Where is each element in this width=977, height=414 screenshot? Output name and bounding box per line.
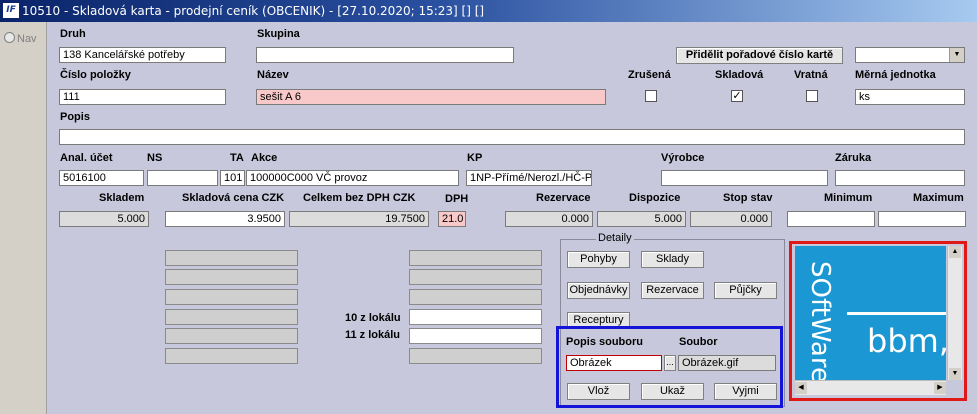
scroll-up-icon[interactable]: ▲: [949, 246, 961, 258]
horizontal-scrollbar[interactable]: ◀ ▶: [795, 380, 946, 395]
skupina-field[interactable]: [256, 47, 514, 63]
label-skupina: Skupina: [257, 28, 300, 40]
maximum-field[interactable]: [878, 211, 966, 227]
nav-label: Nav: [17, 33, 37, 45]
label-10-z-lokalu: 10 z lokálu: [345, 312, 401, 324]
label-skladova-cena: Skladová cena CZK: [182, 192, 285, 204]
label-cislo-polozky: Číslo položky: [60, 69, 131, 81]
window-title: 10510 - Skladová karta - prodejní ceník …: [22, 4, 485, 18]
pohyby-button[interactable]: Pohyby: [567, 251, 630, 268]
skladem-field: 5.000: [59, 211, 149, 227]
label-ta: TA: [230, 152, 244, 164]
vertical-scrollbar[interactable]: ▲ ▼: [947, 246, 962, 380]
label-skladova: Skladová: [715, 69, 764, 81]
chevron-down-icon[interactable]: ▼: [949, 48, 964, 62]
image-brand-text: SOftWare: [805, 261, 835, 380]
akce-field[interactable]: 100000C000 VČ provoz: [246, 170, 459, 186]
ns-field[interactable]: [147, 170, 218, 186]
skladova-cena-field[interactable]: 3.9500: [165, 211, 285, 227]
z-lokalu-10-field[interactable]: [409, 309, 542, 325]
label-druh: Druh: [60, 28, 86, 40]
rezervace-button[interactable]: Rezervace: [641, 282, 704, 299]
empty-box: [165, 309, 298, 325]
pujcky-button[interactable]: Půjčky: [714, 282, 777, 299]
empty-box: [165, 250, 298, 266]
vyjmi-button[interactable]: Vyjmi: [714, 383, 777, 400]
nav-radio-icon[interactable]: [4, 32, 15, 43]
minimum-field[interactable]: [787, 211, 875, 227]
label-maximum: Maximum: [913, 192, 964, 204]
kp-field[interactable]: 1NP-Přímé/Nerozl./HČ-Pří: [466, 170, 592, 186]
empty-box: [409, 269, 542, 285]
label-vratna: Vratná: [794, 69, 828, 81]
popis-field[interactable]: [59, 129, 965, 145]
empty-box: [165, 348, 298, 364]
label-celkem-bez-dph: Celkem bez DPH CZK: [303, 192, 416, 204]
objednavky-button[interactable]: Objednávky: [567, 282, 630, 299]
vratna-checkbox[interactable]: [806, 90, 818, 102]
anal-ucet-field[interactable]: 5016100: [59, 170, 144, 186]
label-rezervace: Rezervace: [536, 192, 591, 204]
popis-souboru-field[interactable]: Obrázek: [566, 355, 662, 371]
dph-field: 21.0: [438, 211, 466, 227]
druh-field[interactable]: 138 Kancelářské potřeby: [59, 47, 226, 63]
zrusena-checkbox[interactable]: [645, 90, 657, 102]
label-11-z-lokalu: 11 z lokálu: [345, 329, 401, 341]
image-preview: SOftWare bbm,: [795, 246, 946, 380]
ta-field[interactable]: 101: [220, 170, 245, 186]
label-dispozice: Dispozice: [629, 192, 681, 204]
ukaz-button[interactable]: Ukaž: [641, 383, 704, 400]
label-zaruka: Záruka: [835, 152, 872, 164]
dispozice-field: 5.000: [597, 211, 686, 227]
scroll-down-icon[interactable]: ▼: [949, 368, 961, 380]
vloz-button[interactable]: Vlož: [567, 383, 630, 400]
empty-box: [409, 250, 542, 266]
scroll-right-icon[interactable]: ▶: [934, 382, 946, 394]
label-nazev: Název: [257, 69, 289, 81]
label-vyrobce: Výrobce: [661, 152, 705, 164]
label-merna-jednotka: Měrná jednotka: [855, 69, 936, 81]
combo-select[interactable]: ▼: [855, 47, 965, 63]
zaruka-field[interactable]: [835, 170, 965, 186]
label-zrusena: Zrušená: [628, 69, 671, 81]
label-anal-ucet: Anal. účet: [60, 152, 113, 164]
rezervace-field: 0.000: [505, 211, 593, 227]
label-popis-souboru: Popis souboru: [566, 336, 643, 348]
app-logo: IF: [3, 3, 19, 18]
label-stop-stav: Stop stav: [723, 192, 773, 204]
skladova-checkbox[interactable]: ✓: [731, 90, 743, 102]
image-line: [847, 312, 946, 315]
nav-option[interactable]: Nav: [4, 32, 37, 45]
assign-number-button[interactable]: Přidělit pořadové číslo kartě: [676, 47, 843, 64]
title-bar: IF 10510 - Skladová karta - prodejní cen…: [0, 0, 977, 22]
nazev-field[interactable]: sešit A 6: [256, 89, 606, 105]
image-company-text: bbm,: [867, 322, 946, 360]
cislo-polozky-field[interactable]: 111: [59, 89, 226, 105]
label-akce: Akce: [251, 152, 278, 164]
vyrobce-field[interactable]: [661, 170, 828, 186]
label-detaily: Detaily: [596, 232, 634, 244]
sidebar: Nav: [0, 22, 47, 414]
label-popis: Popis: [60, 111, 90, 123]
label-soubor: Soubor: [679, 336, 718, 348]
soubor-field: Obrázek.gif: [678, 355, 776, 371]
celkem-bez-dph-field: 19.7500: [289, 211, 429, 227]
empty-box: [165, 269, 298, 285]
label-minimum: Minimum: [824, 192, 873, 204]
label-skladem: Skladem: [99, 192, 145, 204]
sklady-button[interactable]: Sklady: [641, 251, 704, 268]
stop-stav-field: 0.000: [690, 211, 772, 227]
label-kp: KP: [467, 152, 483, 164]
label-dph: DPH: [445, 193, 469, 205]
z-lokalu-11-field[interactable]: [409, 328, 542, 344]
label-ns: NS: [147, 152, 163, 164]
empty-box: [409, 348, 542, 364]
empty-box: [409, 289, 542, 305]
scroll-left-icon[interactable]: ◀: [795, 382, 807, 394]
empty-box: [165, 289, 298, 305]
browse-button[interactable]: ...: [664, 355, 676, 371]
form-area: Druh Skupina 138 Kancelářské potřeby Při…: [47, 22, 977, 414]
empty-box: [165, 328, 298, 344]
merna-jednotka-field[interactable]: ks: [855, 89, 965, 105]
